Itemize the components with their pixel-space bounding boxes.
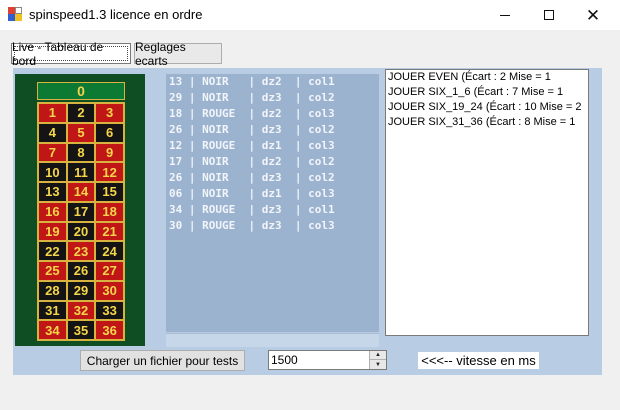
spin-history-item[interactable]: 18 | ROUGE | dz2 | col3 xyxy=(166,106,379,122)
roulette-cell-20: 20 xyxy=(66,221,96,242)
tab-gap-settings[interactable]: Reglages ecarts xyxy=(134,40,222,68)
roulette-cell-6: 6 xyxy=(95,122,124,143)
window-title: spinspeed1.3 licence en ordre xyxy=(29,7,203,22)
roulette-cell-13: 13 xyxy=(38,182,67,202)
speed-input[interactable] xyxy=(271,352,367,368)
advice-item[interactable]: JOUER SIX_31_36 (Écart : 8 Mise = 1 xyxy=(386,115,588,130)
roulette-cell-15: 15 xyxy=(95,182,124,202)
roulette-cell-2: 2 xyxy=(66,103,96,123)
roulette-cell-25: 25 xyxy=(38,261,67,281)
roulette-cell-32: 32 xyxy=(66,300,96,321)
roulette-cell-3: 3 xyxy=(95,103,124,123)
speed-label: <<<-- vitesse en ms xyxy=(418,352,539,369)
speed-down-button[interactable]: ▼ xyxy=(369,360,386,369)
close-icon: ✕ xyxy=(585,5,601,25)
minimize-icon xyxy=(500,14,510,16)
close-button[interactable]: ✕ xyxy=(570,0,616,30)
roulette-cell-24: 24 xyxy=(95,241,124,261)
spin-history-item[interactable]: 29 | NOIR | dz3 | col2 xyxy=(166,90,379,106)
roulette-cell-36: 36 xyxy=(95,320,124,340)
spin-history-item[interactable]: 30 | ROUGE | dz3 | col3 xyxy=(166,218,379,234)
roulette-cell-27: 27 xyxy=(95,261,124,281)
roulette-number-grid: 1 2 3 4 5 6 7 8 9 10 11 12 13 14 15 16 17 18 19 20 21 22 23 24 2… xyxy=(37,102,125,341)
roulette-cell-5: 5 xyxy=(66,122,96,143)
spin-history-item[interactable]: 12 | ROUGE | dz1 | col3 xyxy=(166,138,379,154)
roulette-cell-30: 30 xyxy=(95,280,124,301)
spin-history-item[interactable]: 26 | NOIR | dz3 | col2 xyxy=(166,170,379,186)
roulette-cell-21: 21 xyxy=(95,221,124,242)
spin-history-item[interactable]: 17 | NOIR | dz2 | col2 xyxy=(166,154,379,170)
roulette-cell-10: 10 xyxy=(38,162,67,182)
spin-history-item[interactable]: 26 | NOIR | dz3 | col2 xyxy=(166,122,379,138)
roulette-cell-14: 14 xyxy=(66,182,96,202)
roulette-cell-17: 17 xyxy=(66,201,96,222)
roulette-cell-8: 8 xyxy=(66,142,96,163)
betting-advice-list[interactable]: JOUER EVEN (Écart : 2 Mise = 1 JOUER SIX_… xyxy=(385,69,589,336)
spin-history-item[interactable]: 13 | NOIR | dz2 | col1 xyxy=(166,74,379,90)
spin-history-item[interactable]: 06 | NOIR | dz1 | col3 xyxy=(166,186,379,202)
roulette-cell-26: 26 xyxy=(66,261,96,281)
advice-item[interactable]: JOUER EVEN (Écart : 2 Mise = 1 xyxy=(386,70,588,85)
app-icon xyxy=(8,7,22,21)
advice-item[interactable]: JOUER SIX_1_6 (Écart : 7 Mise = 1 xyxy=(386,85,588,100)
roulette-cell-7: 7 xyxy=(38,142,67,163)
tab-live-dashboard[interactable]: Live - Tableau de bord xyxy=(11,40,131,68)
roulette-cell-18: 18 xyxy=(95,201,124,222)
spin-history-list[interactable]: 13 | NOIR | dz2 | col1 29 | NOIR | dz3 | … xyxy=(166,74,379,332)
roulette-cell-35: 35 xyxy=(66,320,96,340)
roulette-cell-1: 1 xyxy=(38,103,67,123)
roulette-cell-33: 33 xyxy=(95,300,124,321)
roulette-cell-29: 29 xyxy=(66,280,96,301)
roulette-cell-34: 34 xyxy=(38,320,67,340)
roulette-cell-9: 9 xyxy=(95,142,124,163)
spin-history-scrollbar[interactable] xyxy=(166,333,379,347)
maximize-button[interactable] xyxy=(526,0,572,30)
roulette-cell-23: 23 xyxy=(66,241,96,261)
roulette-zero-cell: 0 xyxy=(37,82,125,100)
speed-up-button[interactable]: ▲ xyxy=(369,351,386,360)
triangle-down-icon: ▼ xyxy=(375,361,381,368)
roulette-cell-19: 19 xyxy=(38,221,67,242)
roulette-cell-31: 31 xyxy=(38,300,67,321)
roulette-cell-16: 16 xyxy=(38,201,67,222)
speed-stepper[interactable]: ▲ ▼ xyxy=(268,350,387,370)
roulette-cell-12: 12 xyxy=(95,162,124,182)
minimize-button[interactable] xyxy=(482,0,528,30)
advice-item[interactable]: JOUER SIX_19_24 (Écart : 10 Mise = 2 xyxy=(386,100,588,115)
roulette-cell-22: 22 xyxy=(38,241,67,261)
roulette-cell-4: 4 xyxy=(38,122,67,143)
load-test-file-button[interactable]: Charger un fichier pour tests xyxy=(80,350,245,371)
maximize-icon xyxy=(544,10,554,20)
triangle-up-icon: ▲ xyxy=(375,352,381,358)
spin-history-item[interactable]: 34 | ROUGE | dz3 | col1 xyxy=(166,202,379,218)
roulette-cell-11: 11 xyxy=(66,162,96,182)
title-bar: spinspeed1.3 licence en ordre ✕ xyxy=(0,0,620,30)
roulette-cell-28: 28 xyxy=(38,280,67,301)
